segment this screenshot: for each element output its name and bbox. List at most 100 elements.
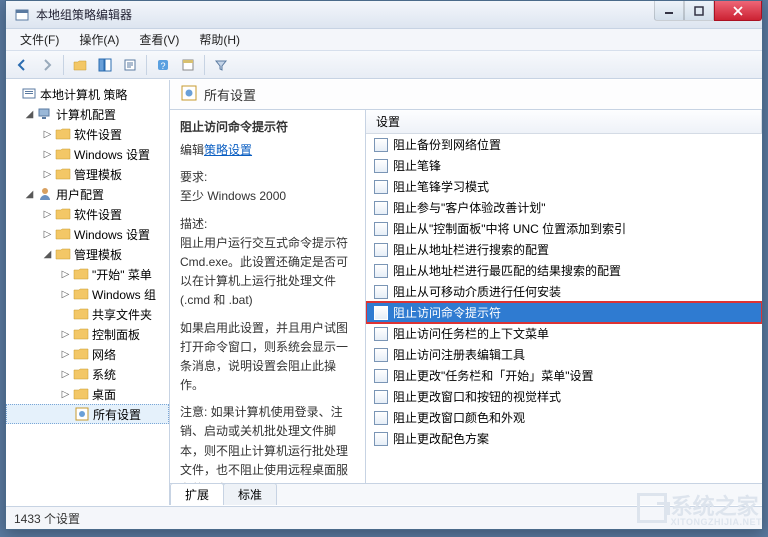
list-row[interactable]: 阻止访问注册表编辑工具 <box>366 344 762 365</box>
tree-item[interactable]: ▷Windows 组 <box>6 284 169 304</box>
toolbar: ? <box>6 51 762 79</box>
properties-button[interactable] <box>176 54 200 76</box>
list-row-label: 阻止备份到网络位置 <box>393 136 501 153</box>
description-body[interactable]: 编辑策略设置 要求:至少 Windows 2000 描述:阻止用户运行交互式命令… <box>170 141 365 483</box>
list-row-label: 阻止访问任务栏的上下文菜单 <box>393 325 549 342</box>
list-row-label: 阻止访问命令提示符 <box>393 304 501 321</box>
list-row-label: 阻止笔锋 <box>393 157 441 174</box>
tree-item[interactable]: 共享文件夹 <box>6 304 169 324</box>
tree-item[interactable]: ▷桌面 <box>6 384 169 404</box>
tree-item[interactable]: ▷网络 <box>6 344 169 364</box>
list-row[interactable]: 阻止笔锋学习模式 <box>366 176 762 197</box>
edit-policy-link[interactable]: 策略设置 <box>204 143 252 157</box>
list-row[interactable]: 阻止更改配色方案 <box>366 428 762 449</box>
close-button[interactable] <box>714 1 762 21</box>
tree-label: 管理模板 <box>74 246 122 263</box>
tree-label: 软件设置 <box>74 126 122 143</box>
tree-item[interactable]: ▷软件设置 <box>6 204 169 224</box>
policy-icon <box>374 348 388 362</box>
list-row[interactable]: 阻止更改"任务栏和「开始」菜单"设置 <box>366 365 762 386</box>
list-row[interactable]: 阻止从可移动介质进行任何安装 <box>366 281 762 302</box>
tree-label: 计算机配置 <box>56 106 116 123</box>
show-hide-tree-button[interactable] <box>93 54 117 76</box>
tree-item[interactable]: ▷控制面板 <box>6 324 169 344</box>
header-icon <box>180 84 198 105</box>
tree-root[interactable]: 本地计算机 策略 <box>6 84 169 104</box>
list-row[interactable]: 阻止从地址栏进行搜索的配置 <box>366 239 762 260</box>
toolbar-separator <box>146 55 147 75</box>
list-row[interactable]: 阻止更改窗口颜色和外观 <box>366 407 762 428</box>
list-row[interactable]: 阻止参与"客户体验改善计划" <box>366 197 762 218</box>
policy-icon <box>374 411 388 425</box>
right-panel: 所有设置 阻止访问命令提示符 编辑策略设置 要求:至少 Windows 2000… <box>170 80 762 505</box>
tree-item[interactable]: ▷管理模板 <box>6 164 169 184</box>
req-value: 至少 Windows 2000 <box>180 189 286 203</box>
tree-user-config[interactable]: ◢用户配置 <box>6 184 169 204</box>
list-row[interactable]: 阻止笔锋 <box>366 155 762 176</box>
tree-item-all-settings[interactable]: 所有设置 <box>6 404 169 424</box>
tree-item[interactable]: ▷Windows 设置 <box>6 224 169 244</box>
filter-button[interactable] <box>209 54 233 76</box>
list-row-label: 阻止从可移动介质进行任何安装 <box>393 283 561 300</box>
list-row-label: 阻止更改窗口颜色和外观 <box>393 409 525 426</box>
policy-icon <box>374 369 388 383</box>
tab-standard[interactable]: 标准 <box>223 483 277 505</box>
svg-text:?: ? <box>160 61 165 71</box>
list-row-label: 阻止从"控制面板"中将 UNC 位置添加到索引 <box>393 220 626 237</box>
tree-label: 管理模板 <box>74 166 122 183</box>
tree-computer-config[interactable]: ◢计算机配置 <box>6 104 169 124</box>
tree-item[interactable]: ▷软件设置 <box>6 124 169 144</box>
policy-icon <box>374 264 388 278</box>
menubar: 文件(F) 操作(A) 查看(V) 帮助(H) <box>6 29 762 51</box>
policy-icon <box>374 327 388 341</box>
main-area: 本地计算机 策略 ◢计算机配置 ▷软件设置 ▷Windows 设置 ▷管理模板 … <box>6 80 762 505</box>
status-bar: 1433 个设置 <box>6 506 762 529</box>
tab-extended[interactable]: 扩展 <box>170 483 224 505</box>
policy-icon <box>374 432 388 446</box>
tree-label: 用户配置 <box>56 186 104 203</box>
list-row-label: 阻止笔锋学习模式 <box>393 178 489 195</box>
minimize-button[interactable] <box>654 1 684 21</box>
list-row-label: 阻止从地址栏进行搜索的配置 <box>393 241 549 258</box>
policy-icon <box>374 222 388 236</box>
help-button[interactable]: ? <box>151 54 175 76</box>
menu-file[interactable]: 文件(F) <box>10 29 69 50</box>
policy-icon <box>374 243 388 257</box>
list-row[interactable]: 阻止访问命令提示符 <box>366 302 762 323</box>
menu-view[interactable]: 查看(V) <box>129 29 189 50</box>
settings-list[interactable]: 阻止备份到网络位置阻止笔锋阻止笔锋学习模式阻止参与"客户体验改善计划" 阻止从"控… <box>366 134 762 483</box>
req-label: 要求: <box>180 170 207 184</box>
titlebar[interactable]: 本地组策略编辑器 <box>6 1 762 29</box>
tree-label: Windows 设置 <box>74 226 150 243</box>
list-row[interactable]: 阻止从"控制面板"中将 UNC 位置添加到索引 <box>366 218 762 239</box>
list-row-label: 阻止更改"任务栏和「开始」菜单"设置 <box>393 367 594 384</box>
maximize-button[interactable] <box>684 1 714 21</box>
tree-item[interactable]: ▷Windows 设置 <box>6 144 169 164</box>
menu-help[interactable]: 帮助(H) <box>189 29 250 50</box>
tree-panel[interactable]: 本地计算机 策略 ◢计算机配置 ▷软件设置 ▷Windows 设置 ▷管理模板 … <box>6 80 170 505</box>
back-button[interactable] <box>10 54 34 76</box>
export-button[interactable] <box>118 54 142 76</box>
menu-action[interactable]: 操作(A) <box>69 29 129 50</box>
description-panel: 阻止访问命令提示符 编辑策略设置 要求:至少 Windows 2000 描述:阻… <box>170 110 366 483</box>
list-row[interactable]: 阻止更改窗口和按钮的视觉样式 <box>366 386 762 407</box>
content-title: 所有设置 <box>204 85 256 104</box>
list-row[interactable]: 阻止备份到网络位置 <box>366 134 762 155</box>
desc-text: 注意: 如果计算机使用登录、注销、启动或关机批处理文件脚本，则不阻止计算机运行批… <box>180 403 355 483</box>
desc-label: 描述: <box>180 217 207 231</box>
tree-item[interactable]: ◢管理模板 <box>6 244 169 264</box>
tree-label: 本地计算机 策略 <box>40 86 127 103</box>
list-row-label: 阻止更改配色方案 <box>393 430 489 447</box>
up-button[interactable] <box>68 54 92 76</box>
list-header[interactable]: 设置 <box>366 110 762 134</box>
list-row[interactable]: 阻止从地址栏进行最匹配的结果搜索的配置 <box>366 260 762 281</box>
description-title: 阻止访问命令提示符 <box>170 110 365 141</box>
column-setting[interactable]: 设置 <box>366 110 762 133</box>
tree-item[interactable]: ▷"开始" 菜单 <box>6 264 169 284</box>
policy-icon <box>374 390 388 404</box>
policy-icon <box>374 180 388 194</box>
tree-item[interactable]: ▷系统 <box>6 364 169 384</box>
forward-button[interactable] <box>35 54 59 76</box>
list-row[interactable]: 阻止访问任务栏的上下文菜单 <box>366 323 762 344</box>
status-text: 1433 个设置 <box>14 510 80 527</box>
